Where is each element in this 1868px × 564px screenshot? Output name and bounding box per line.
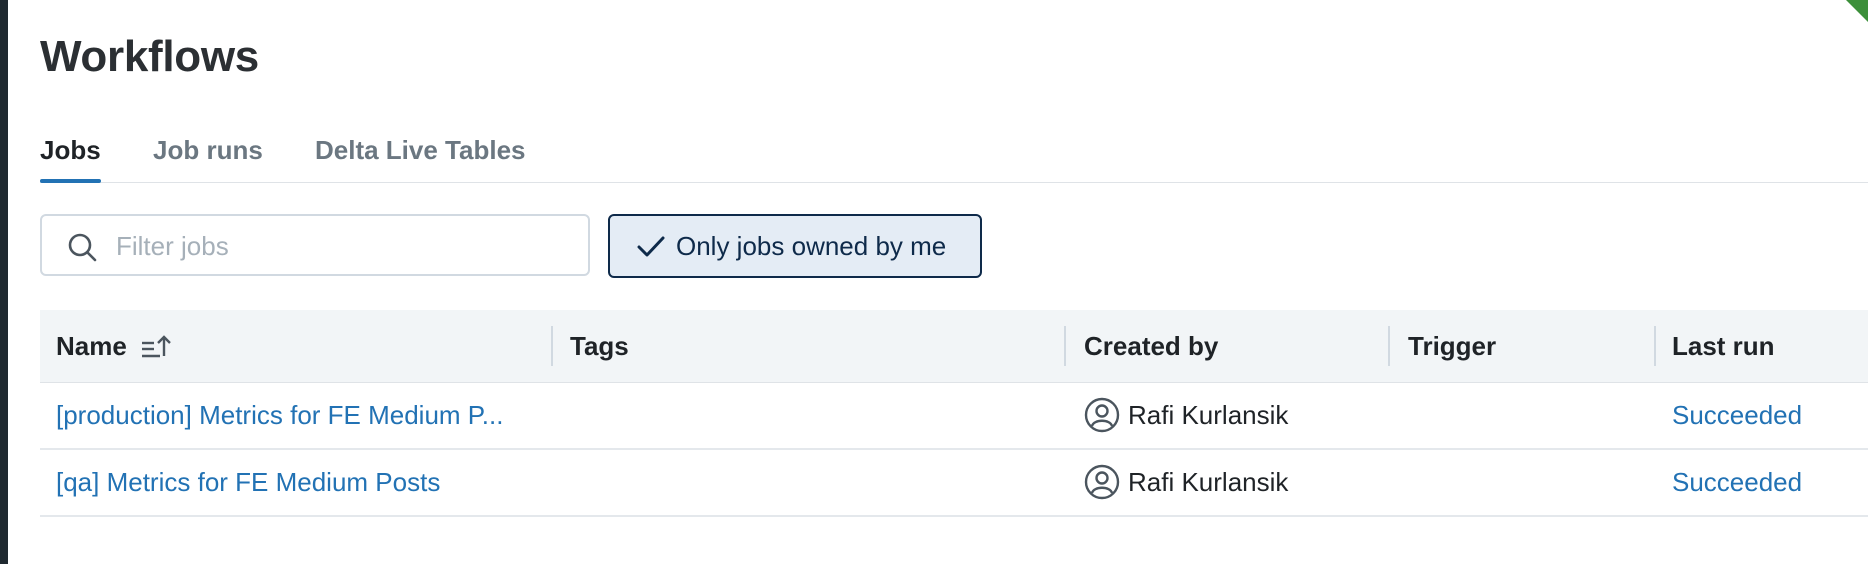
created-by-cell: Rafi Kurlansik (1084, 383, 1384, 448)
only-mine-toggle-button[interactable]: Only jobs owned by me (608, 214, 982, 278)
jobs-table: Name Tags Created by Trigger Last run [p… (40, 310, 1868, 517)
search-box (40, 214, 590, 276)
column-resize-handle[interactable] (1064, 326, 1066, 366)
user-avatar-icon (1084, 464, 1120, 500)
sort-ascending-icon[interactable] (140, 334, 172, 360)
last-run-status-link[interactable]: Succeeded (1672, 450, 1802, 515)
column-resize-handle[interactable] (551, 326, 553, 366)
job-name-link[interactable]: [production] Metrics for FE Medium P... (56, 383, 503, 448)
corner-decoration (1846, 0, 1868, 22)
tab-job-runs[interactable]: Job runs (153, 132, 263, 182)
check-icon (637, 236, 665, 257)
column-header-name-label: Name (56, 331, 127, 361)
left-window-edge (0, 0, 8, 564)
table-header: Name Tags Created by Trigger Last run (40, 310, 1868, 383)
search-icon (68, 233, 97, 262)
last-run-status-link[interactable]: Succeeded (1672, 383, 1802, 448)
tab-jobs[interactable]: Jobs (40, 132, 101, 183)
tab-bar: Jobs Job runs Delta Live Tables (40, 132, 1868, 183)
only-mine-toggle-label: Only jobs owned by me (676, 231, 947, 261)
tab-delta-live-tables[interactable]: Delta Live Tables (315, 132, 526, 182)
page-title: Workflows (40, 32, 259, 81)
creator-name: Rafi Kurlansik (1128, 400, 1289, 430)
creator-name: Rafi Kurlansik (1128, 467, 1289, 497)
column-header-name[interactable]: Name (56, 310, 127, 382)
search-input[interactable] (114, 218, 578, 274)
column-resize-handle[interactable] (1388, 326, 1390, 366)
table-row: [qa] Metrics for FE Medium Posts Rafi Ku… (40, 450, 1868, 517)
column-header-created-by[interactable]: Created by (1084, 310, 1218, 382)
column-header-last-run[interactable]: Last run (1672, 310, 1775, 382)
user-avatar-icon (1084, 397, 1120, 433)
column-header-tags[interactable]: Tags (570, 310, 629, 382)
column-resize-handle[interactable] (1654, 326, 1656, 366)
job-name-link[interactable]: [qa] Metrics for FE Medium Posts (56, 450, 440, 515)
column-header-trigger[interactable]: Trigger (1408, 310, 1496, 382)
created-by-cell: Rafi Kurlansik (1084, 450, 1384, 515)
table-row: [production] Metrics for FE Medium P... … (40, 383, 1868, 450)
